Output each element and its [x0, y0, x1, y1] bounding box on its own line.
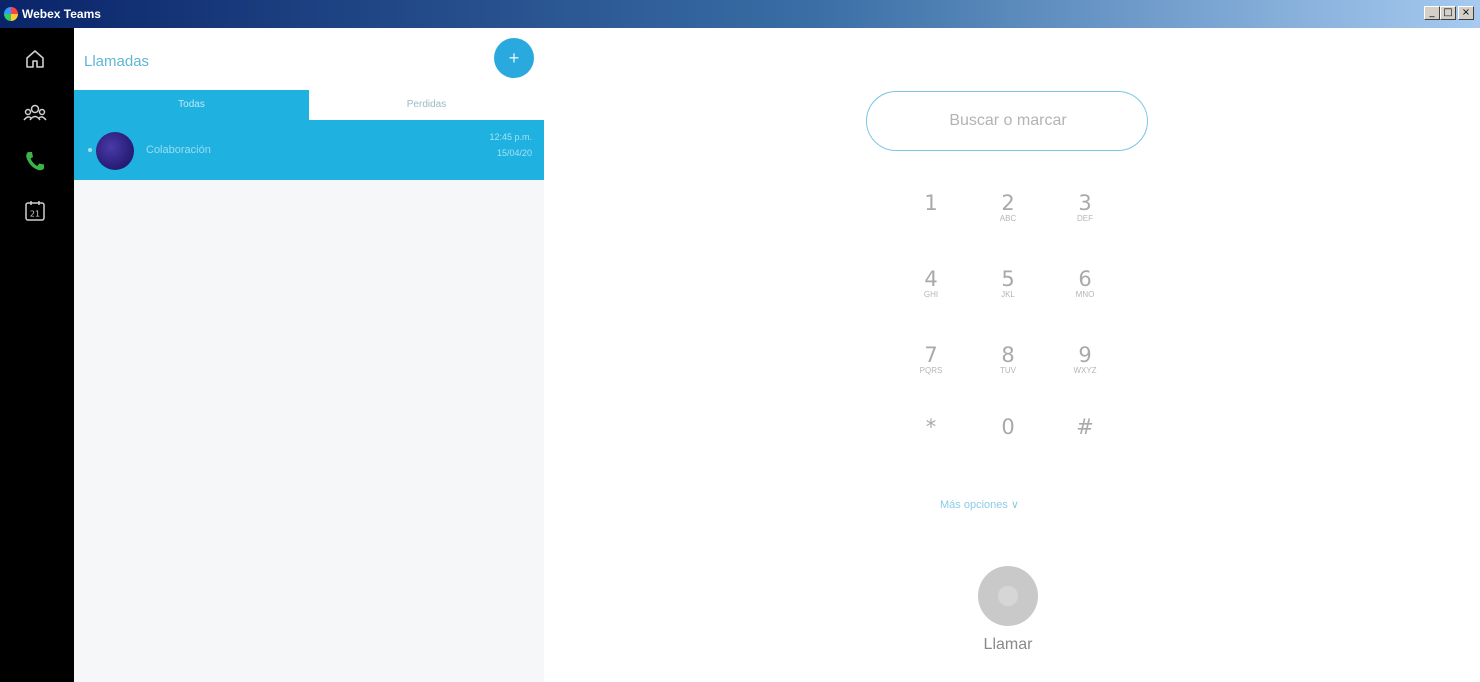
window-title: Webex Teams — [22, 7, 101, 21]
more-options-link[interactable]: Más opciones ∨ — [940, 498, 1019, 511]
key-digit: 0 — [1001, 415, 1015, 439]
search-placeholder: Buscar o marcar — [949, 112, 1067, 129]
key-digit: 3 — [1078, 191, 1092, 215]
tab-missed[interactable]: Perdidas — [309, 90, 544, 120]
key-digit: # — [1076, 415, 1094, 439]
navigation-rail: 21 — [0, 28, 74, 682]
key-letters: WXYZ — [1073, 366, 1097, 375]
phone-icon — [998, 586, 1018, 606]
unread-indicator — [88, 148, 92, 152]
key-letters: ABC — [999, 214, 1017, 223]
dial-key-5[interactable]: 5 JKL — [980, 262, 1036, 318]
calendar-icon[interactable]: 21 — [22, 198, 48, 224]
key-digit: 8 — [1001, 343, 1015, 367]
call-time: 12:45 p.m. — [489, 132, 532, 142]
key-letters: MNO — [1075, 290, 1095, 299]
key-letters: PQRS — [919, 366, 943, 375]
teams-icon[interactable] — [22, 100, 48, 126]
dial-key-star[interactable]: * — [903, 410, 959, 466]
calls-tabs: Todas Perdidas — [74, 90, 544, 120]
key-digit: 7 — [924, 343, 938, 367]
call-list-empty-area — [74, 180, 544, 682]
window-title-bar[interactable]: Webex Teams _ □ × — [0, 0, 1480, 28]
key-digit: 6 — [1078, 267, 1092, 291]
dial-key-3[interactable]: 3 DEF — [1057, 186, 1113, 242]
home-icon[interactable] — [22, 46, 48, 72]
dial-key-4[interactable]: 4 GHI — [903, 262, 959, 318]
call-contact-name: Colaboración — [146, 144, 211, 156]
dialer-area: Buscar o marcar 1 2 ABC 3 DEF 4 GHI 5 JK… — [545, 28, 1480, 682]
dial-key-2[interactable]: 2 ABC — [980, 186, 1036, 242]
dial-key-9[interactable]: 9 WXYZ — [1057, 338, 1113, 394]
dial-key-hash[interactable]: # — [1057, 410, 1113, 466]
key-digit: * — [925, 415, 937, 439]
minimize-button[interactable]: _ — [1424, 6, 1440, 20]
page-title: Llamadas — [84, 53, 150, 70]
close-button[interactable]: × — [1458, 6, 1474, 20]
dial-key-6[interactable]: 6 MNO — [1057, 262, 1113, 318]
webex-logo-icon — [4, 7, 18, 21]
dial-key-8[interactable]: 8 TUV — [980, 338, 1036, 394]
calendar-day-text: 21 — [30, 210, 40, 219]
key-letters: JKL — [1001, 290, 1015, 299]
call-button[interactable] — [978, 566, 1038, 626]
key-letters: DEF — [1077, 214, 1093, 223]
tab-all[interactable]: Todas — [74, 90, 309, 120]
call-date: 15/04/20 — [496, 148, 532, 158]
call-list-item[interactable]: Colaboración 12:45 p.m. 15/04/20 — [74, 120, 544, 180]
calls-panel-header: Llamadas + — [74, 28, 544, 90]
key-letters: TUV — [1000, 366, 1016, 375]
avatar — [96, 132, 134, 170]
key-digit: 5 — [1001, 267, 1015, 291]
dial-key-0[interactable]: 0 — [980, 410, 1036, 466]
calls-panel: Llamadas + Todas Perdidas Colaboración 1… — [74, 28, 544, 682]
dial-key-1[interactable]: 1 — [903, 186, 959, 242]
key-letters: GHI — [923, 290, 939, 299]
key-digit: 2 — [1001, 191, 1015, 215]
phone-icon[interactable] — [22, 148, 48, 174]
key-digit: 1 — [924, 191, 938, 215]
key-digit: 4 — [924, 267, 938, 291]
search-dial-input[interactable]: Buscar o marcar — [866, 91, 1148, 151]
window-controls: _ □ × — [1424, 6, 1474, 20]
add-call-button[interactable]: + — [494, 38, 534, 78]
call-button-label: Llamar — [983, 636, 1033, 653]
key-digit: 9 — [1078, 343, 1092, 367]
dial-key-7[interactable]: 7 PQRS — [903, 338, 959, 394]
maximize-button[interactable]: □ — [1440, 6, 1456, 20]
